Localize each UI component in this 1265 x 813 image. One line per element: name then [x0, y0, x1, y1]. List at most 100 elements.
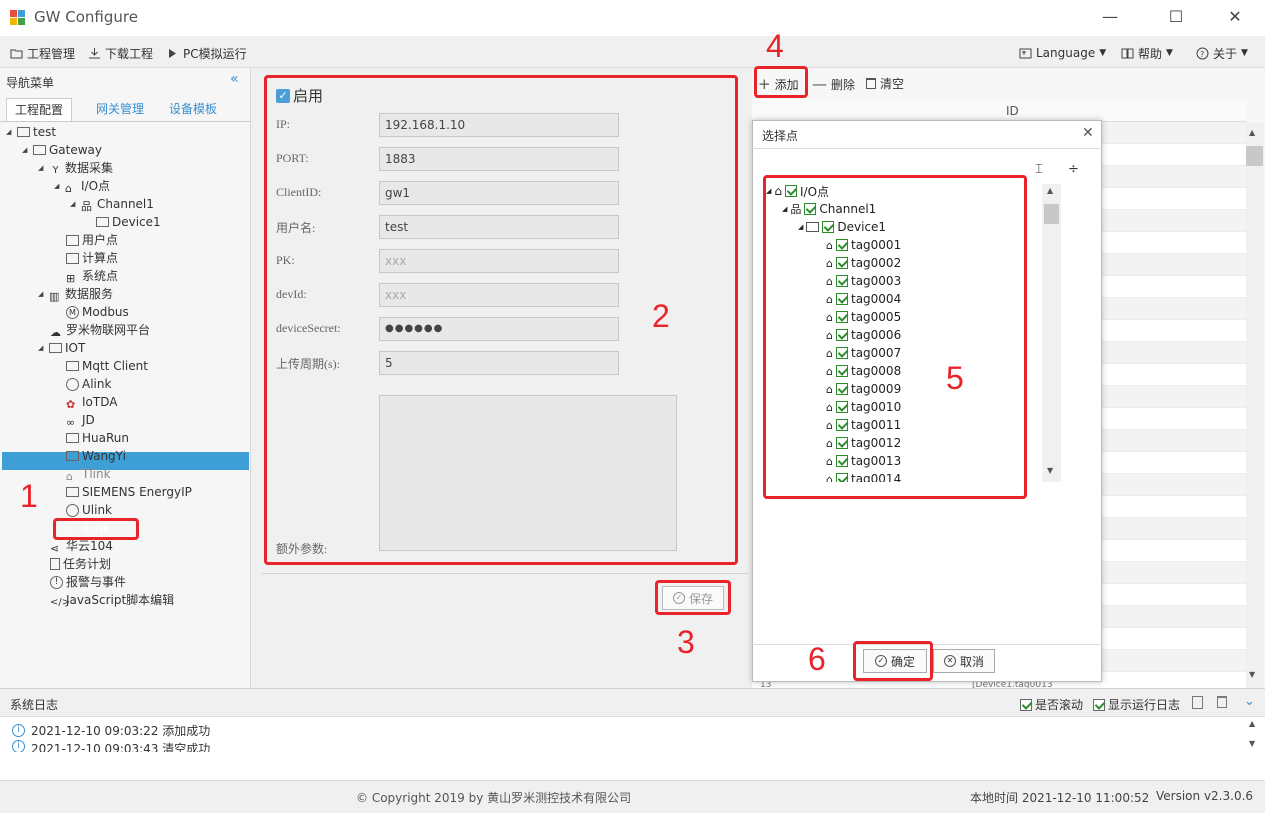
menu-download[interactable]: 下载工程: [88, 44, 153, 62]
tree-label: Channel1: [97, 197, 154, 211]
annotation-box-3: [655, 580, 731, 615]
show-run-log-label: 显示运行日志: [1108, 698, 1181, 712]
delete-button[interactable]: — 删除: [812, 75, 855, 93]
collapse-icon[interactable]: «: [230, 71, 239, 87]
tree-node-io-point[interactable]: ◢ ⌂ I/O点: [54, 177, 110, 195]
tree-node-alink[interactable]: Alink: [66, 375, 111, 393]
tree-node-data-service[interactable]: ◢ ▥ 数据服务: [38, 285, 113, 303]
tree-node-sys-point[interactable]: ⊞ 系统点: [66, 267, 118, 285]
tree-node-mqtt[interactable]: Mqtt Client: [66, 357, 148, 375]
trash-icon[interactable]: [1217, 696, 1227, 708]
tree-node-task[interactable]: 任务计划: [50, 555, 111, 573]
scroll-down-icon[interactable]: ▼: [1249, 739, 1255, 748]
show-run-log-checkbox[interactable]: 显示运行日志: [1093, 696, 1180, 713]
tab-divider: [0, 121, 251, 122]
annotation-box-1: [53, 518, 139, 540]
cloud-icon: ☁: [50, 325, 61, 339]
menu-language[interactable]: Language ▼: [1019, 44, 1106, 62]
tree-label: 罗米物联网平台: [66, 323, 151, 337]
tree-node-ulink[interactable]: Ulink: [66, 501, 112, 519]
tree-node-modbus[interactable]: M Modbus: [66, 303, 129, 321]
scroll-down-icon[interactable]: ▼: [1249, 670, 1255, 679]
tree-label: 数据采集: [65, 161, 114, 175]
signal-icon: [49, 343, 62, 353]
autoscroll-checkbox[interactable]: 是否滚动: [1020, 696, 1083, 713]
tree-label: 报警与事件: [66, 575, 127, 589]
cancel-label: 取消: [959, 654, 984, 669]
cancel-button[interactable]: ✕ 取消: [933, 649, 995, 673]
tree-node-iotda[interactable]: ✿ IoTDA: [66, 393, 117, 411]
scrollbar-thumb[interactable]: [1246, 146, 1263, 166]
tree-node-gateway[interactable]: ◢ Gateway: [22, 141, 102, 159]
autoscroll-label: 是否滚动: [1035, 698, 1084, 712]
share-icon: ⋖: [50, 541, 60, 555]
signal-icon: [66, 433, 79, 443]
checkbox-checked-icon: [1093, 698, 1105, 711]
scroll-up-icon[interactable]: ▲: [1047, 186, 1053, 195]
tree-node-huarun[interactable]: HuaRun: [66, 429, 129, 447]
save-log-icon[interactable]: [1192, 696, 1203, 709]
tree-scrollbar[interactable]: ▲ ▼: [1042, 184, 1061, 482]
menu-help-label: 帮助: [1138, 46, 1163, 61]
tab-device-template[interactable]: 设备模板: [161, 98, 225, 122]
minimize-button[interactable]: —: [1090, 6, 1130, 30]
tree-node-data-collect[interactable]: ◢ Y 数据采集: [38, 159, 113, 177]
maximize-button[interactable]: ☐: [1156, 6, 1196, 30]
device-icon: [96, 217, 109, 227]
scroll-up-icon[interactable]: ▲: [1249, 128, 1255, 137]
minus-icon: —: [812, 75, 827, 93]
chevron-down-icon[interactable]: ⌄: [1244, 694, 1255, 709]
tree-label: 任务计划: [63, 557, 112, 571]
x-circle-icon: ✕: [943, 655, 956, 667]
tree-node-user-point[interactable]: 用户点: [66, 231, 118, 249]
tree-node-device1[interactable]: Device1: [96, 213, 161, 231]
tree-node-tlink[interactable]: ⌂ Tlink: [66, 465, 111, 483]
menu-project[interactable]: 工程管理: [10, 44, 75, 62]
scrollbar-thumb[interactable]: [1044, 204, 1059, 224]
ulink-icon: [66, 503, 79, 517]
scroll-up-icon[interactable]: ▲: [1249, 719, 1255, 728]
menu-about-label: 关于: [1213, 46, 1238, 61]
tree-node-romi-iot[interactable]: ☁ 罗米物联网平台: [50, 321, 150, 339]
tree-node-wangyi[interactable]: WangYi: [66, 447, 126, 465]
signal-icon: [66, 361, 79, 371]
tree-node-calc-point[interactable]: 计算点: [66, 249, 118, 267]
branch-icon: Y: [52, 164, 59, 176]
collapse-all-icon[interactable]: ÷: [1068, 162, 1079, 177]
copyright-text: © Copyright 2019 by 黄山罗米测控技术有限公司: [356, 791, 632, 805]
tree-label: Mqtt Client: [82, 359, 148, 373]
annotation-number-1: 1: [20, 478, 38, 514]
dialog-divider: [752, 148, 1102, 149]
tab-project-config[interactable]: 工程配置: [6, 98, 73, 122]
scroll-down-icon[interactable]: ▼: [1047, 466, 1053, 475]
tree-node-channel1[interactable]: ◢ 品 Channel1: [70, 195, 154, 213]
network-icon: 品: [81, 199, 92, 213]
tree-node-js[interactable]: </> JavaScript脚本编辑: [50, 591, 174, 609]
tree-label: Tlink: [82, 467, 111, 481]
tree-node-iot[interactable]: ◢ IOT: [38, 339, 85, 357]
tree-label: HuaRun: [82, 431, 129, 445]
chart-icon: ▥: [49, 289, 60, 303]
menu-help[interactable]: 帮助 ▼: [1121, 44, 1173, 62]
grid-scrollbar[interactable]: ▲ ▼: [1246, 122, 1264, 688]
dialog-close-icon[interactable]: ✕: [1082, 125, 1094, 141]
close-button[interactable]: ✕: [1215, 6, 1255, 30]
tree-label: JavaScript脚本编辑: [66, 593, 175, 607]
tree-node-siemens[interactable]: SIEMENS EnergyIP: [66, 483, 192, 501]
tree-node-alarm[interactable]: ! 报警与事件: [50, 573, 126, 591]
app-logo-icon: [10, 10, 26, 26]
menu-about[interactable]: ? 关于 ▼: [1196, 44, 1248, 62]
tab-gateway-manage[interactable]: 网关管理: [88, 98, 152, 122]
tree-node-jd[interactable]: ∞ JD: [66, 411, 95, 429]
expand-all-icon[interactable]: ⌶: [1035, 162, 1043, 177]
huawei-icon: ✿: [66, 397, 76, 411]
tree-label: JD: [82, 413, 95, 427]
menu-language-label: Language: [1036, 46, 1096, 60]
annotation-box-4: [754, 66, 808, 98]
monitor-icon: [17, 127, 30, 137]
menu-simulate[interactable]: PC模拟运行: [166, 44, 247, 62]
clear-button[interactable]: 清空: [866, 75, 904, 92]
column-id-header: ID: [1006, 104, 1019, 118]
menu-bar: 工程管理 下载工程 PC模拟运行 Language ▼ 帮助 ▼ ? 关于 ▼: [0, 36, 1265, 68]
tree-node-test[interactable]: ◢ test: [6, 123, 56, 141]
